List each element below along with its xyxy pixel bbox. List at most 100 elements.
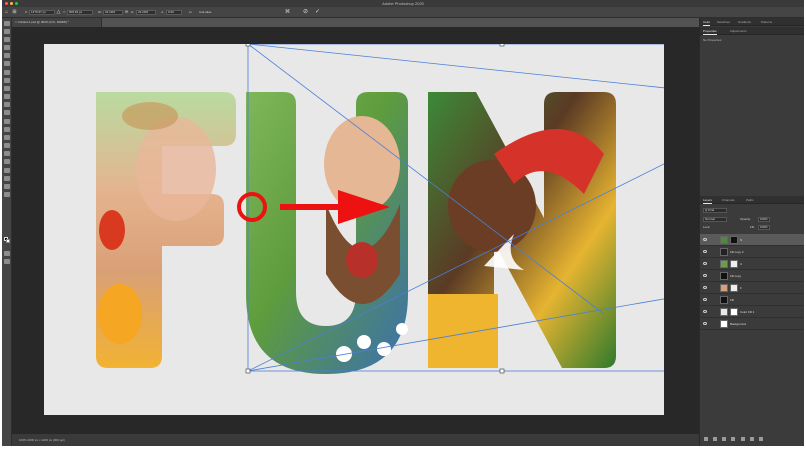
layer-row[interactable]: N [700, 234, 804, 246]
layer-name[interactable]: Fill copy 2 [730, 246, 744, 258]
lasso-tool-icon[interactable] [4, 37, 10, 42]
opacity-field[interactable]: 100% [758, 217, 770, 222]
y-position-field[interactable]: 609.63 px [67, 10, 93, 15]
layer-row[interactable]: Fill copy [700, 270, 804, 282]
layer-name[interactable]: Fill copy [730, 270, 741, 282]
layer-name[interactable]: F [740, 282, 742, 294]
canvas[interactable] [44, 41, 699, 415]
background-color-swatch[interactable] [6, 239, 10, 243]
visibility-eye-icon[interactable] [703, 286, 707, 289]
layer-name[interactable]: U [740, 258, 742, 270]
x-position-field[interactable]: 1476.67 px [29, 10, 55, 15]
tab-swatches[interactable]: Swatches [717, 18, 730, 26]
tab-adjustments[interactable]: Adjustments [730, 27, 747, 35]
tab-channels[interactable]: Channels [722, 196, 735, 204]
eyedropper-tool-icon[interactable] [4, 70, 10, 75]
quick-selection-tool-icon[interactable] [4, 45, 10, 50]
layer-name[interactable]: Color Fill 1 [740, 306, 754, 318]
close-window-icon[interactable] [5, 2, 8, 5]
layer-name[interactable]: Background [730, 318, 746, 330]
visibility-eye-icon[interactable] [703, 250, 707, 253]
tab-properties[interactable]: Properties [703, 27, 717, 35]
visibility-eye-icon[interactable] [703, 238, 707, 241]
layer-thumbnail [720, 260, 728, 268]
history-brush-tool-icon[interactable] [4, 102, 10, 107]
visibility-eye-icon[interactable] [703, 274, 707, 277]
window-title: Adobe Photoshop 2020 [382, 1, 424, 6]
document-tab[interactable]: × Untitled-1.psd @ 300% (F/U, RGB/8) * [12, 18, 102, 27]
visibility-eye-icon[interactable] [703, 310, 707, 313]
link-icon[interactable]: ∞ [124, 10, 129, 15]
tab-patterns[interactable]: Patterns [761, 18, 772, 26]
eraser-tool-icon[interactable] [4, 110, 10, 115]
blend-mode-select[interactable]: Normal [703, 217, 727, 222]
rectangle-tool-icon[interactable] [4, 168, 10, 173]
height-field[interactable]: 22.29% [136, 10, 156, 15]
layer-row[interactable]: U [700, 258, 804, 270]
layer-mask-thumbnail [730, 236, 738, 244]
interpolation-icon[interactable]: ⊟ [189, 10, 192, 15]
visibility-eye-icon[interactable] [703, 298, 707, 301]
move-tool-icon[interactable] [4, 21, 10, 26]
layer-row[interactable]: Fill copy 2 [700, 246, 804, 258]
gradient-tool-icon[interactable] [4, 119, 10, 124]
commit-transform-icon[interactable]: ✓ [315, 9, 320, 15]
layer-thumbnail [720, 320, 728, 328]
add-mask-icon[interactable] [722, 437, 727, 441]
link-layers-icon[interactable] [704, 437, 708, 441]
healing-brush-tool-icon[interactable] [4, 78, 10, 83]
layer-row[interactable]: Background [700, 318, 804, 330]
adjustment-layer-icon[interactable] [731, 437, 736, 441]
tab-gradients[interactable]: Gradients [738, 18, 751, 26]
clone-stamp-tool-icon[interactable] [4, 94, 10, 99]
tools-panel [2, 18, 12, 446]
angle-field[interactable]: 0.00 [166, 10, 182, 15]
tab-color[interactable]: Color [703, 18, 711, 26]
warp-icon[interactable]: ⌘ [285, 10, 290, 15]
dodge-tool-icon[interactable] [4, 135, 10, 140]
tab-paths[interactable]: Paths [746, 196, 754, 204]
layer-row[interactable]: Color Fill 1 [700, 306, 804, 318]
cancel-transform-icon[interactable]: ⊘ [303, 9, 308, 15]
fill-field[interactable]: 100% [758, 225, 770, 230]
layer-row[interactable]: F [700, 282, 804, 294]
layer-style-icon[interactable] [713, 437, 718, 441]
x-label: X: [25, 10, 28, 14]
path-selection-tool-icon[interactable] [4, 159, 10, 164]
layer-name[interactable]: N [740, 234, 742, 246]
layer-thumbnail [720, 296, 728, 304]
layer-name[interactable]: Fill [730, 294, 734, 306]
layer-row[interactable]: Fill [700, 294, 804, 306]
delete-layer-icon[interactable] [758, 437, 763, 441]
transform-icon[interactable]: ⊞ [12, 10, 17, 15]
width-field[interactable]: 22.29% [103, 10, 123, 15]
relative-position-icon[interactable]: △ [56, 10, 61, 15]
visibility-eye-icon[interactable] [703, 322, 707, 325]
document-tab-label: Untitled-1.psd @ 300% (F/U, RGB/8) * [17, 20, 69, 24]
zoom-tool-icon[interactable] [4, 184, 10, 189]
height-label: H: [131, 10, 134, 14]
new-layer-icon[interactable] [749, 437, 754, 441]
hand-tool-icon[interactable] [4, 176, 10, 181]
crop-tool-icon[interactable] [4, 53, 10, 58]
new-group-icon[interactable] [740, 437, 745, 441]
zoom-window-icon[interactable] [15, 2, 18, 5]
status-bar: 100% 2000 px x 1200 px (300 ppi) [12, 434, 699, 446]
brush-tool-icon[interactable] [4, 86, 10, 91]
quick-mask-icon[interactable] [4, 251, 10, 256]
visibility-eye-icon[interactable] [703, 262, 707, 265]
marquee-tool-icon[interactable] [4, 29, 10, 34]
screen-mode-icon[interactable] [4, 259, 10, 264]
frame-tool-icon[interactable] [4, 61, 10, 66]
minimize-window-icon[interactable] [10, 2, 13, 5]
layer-filter-kind[interactable]: Q Kind [703, 208, 727, 213]
home-icon[interactable]: ⌂ [4, 10, 9, 15]
properties-body [700, 53, 804, 199]
edit-toolbar-icon[interactable] [4, 192, 10, 197]
tab-layers[interactable]: Layers [703, 196, 713, 204]
pen-tool-icon[interactable] [4, 143, 10, 148]
blur-tool-icon[interactable] [4, 127, 10, 132]
fill-label: Fill: [750, 225, 755, 229]
anti-alias-label[interactable]: Anti-alias [199, 10, 211, 15]
type-tool-icon[interactable] [4, 151, 10, 156]
